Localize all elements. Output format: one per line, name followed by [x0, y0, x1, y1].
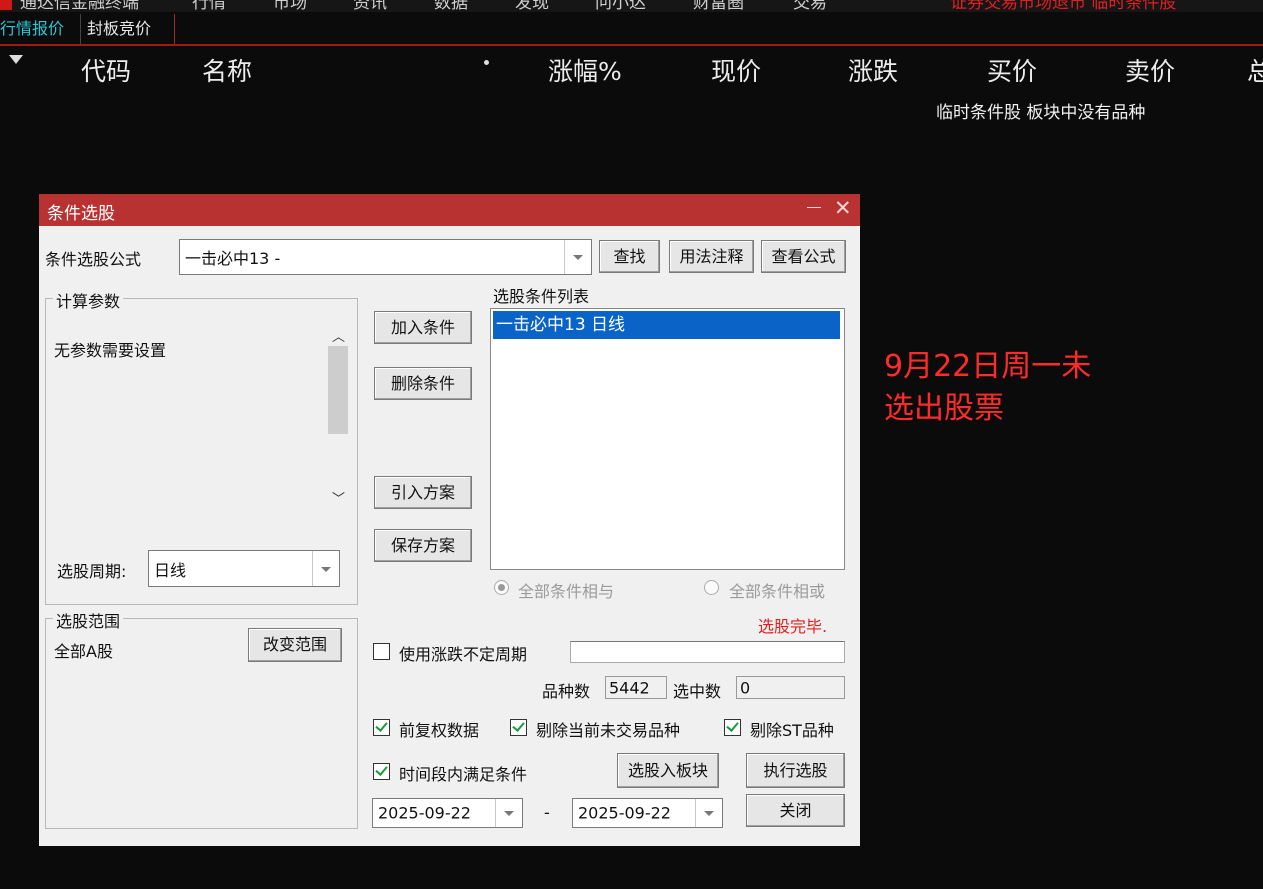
annotation-note: 9月22日周一未 选出股票 — [884, 346, 1091, 430]
import-plan-button[interactable]: 引入方案 — [374, 476, 472, 509]
to-block-button[interactable]: 选股入板块 — [617, 753, 719, 788]
tab-limit-bidding[interactable]: 封板竞价 — [80, 14, 157, 44]
list-item[interactable]: 一击必中13 日线 — [493, 311, 840, 339]
radio-or-label[interactable]: 全部条件相或 — [729, 578, 825, 602]
scroll-up-icon[interactable]: ︿ — [332, 326, 345, 345]
sort-dropdown-icon[interactable] — [9, 55, 23, 64]
execute-button[interactable]: 执行选股 — [746, 753, 845, 788]
chevron-down-icon[interactable] — [695, 799, 722, 827]
count-field: 5442 — [605, 676, 667, 699]
minimize-icon[interactable] — [807, 207, 821, 208]
change-range-button[interactable]: 改变范围 — [248, 628, 342, 662]
date-to-picker[interactable]: 2025-09-22 — [572, 798, 723, 828]
params-scrollbar[interactable]: ︿ ﹀ — [326, 322, 350, 512]
add-condition-button[interactable]: 加入条件 — [374, 311, 472, 344]
col-total[interactable]: 总 — [1247, 52, 1263, 88]
menu-ask[interactable]: 问小达 — [595, 0, 646, 12]
tab-quotes[interactable]: 行情报价 — [0, 14, 70, 44]
menu-news[interactable]: 资讯 — [353, 0, 387, 12]
app-logo-icon — [0, 0, 12, 10]
col-change[interactable]: 涨跌 — [848, 52, 898, 88]
menu-trade[interactable]: 交易 — [793, 0, 827, 12]
period-value: 日线 — [154, 560, 187, 580]
menu-quotes[interactable]: 行情 — [192, 0, 226, 12]
menu-discover[interactable]: 发现 — [515, 0, 549, 12]
dialog-title: 条件选股 — [47, 204, 115, 224]
col-change-pct[interactable]: 涨幅% — [548, 52, 622, 88]
radio-and[interactable] — [494, 580, 509, 595]
chevron-down-icon[interactable] — [312, 551, 339, 586]
formula-combobox[interactable]: 一击必中13 - — [179, 239, 592, 275]
forward-adjust-label[interactable]: 前复权数据 — [399, 717, 479, 741]
menu-market[interactable]: 市场 — [273, 0, 307, 12]
variable-period-input[interactable] — [570, 641, 845, 663]
count-label: 品种数 — [542, 682, 591, 701]
date-from-value: 2025-09-22 — [378, 803, 471, 823]
exclude-st-label[interactable]: 剔除ST品种 — [750, 717, 834, 741]
tab-underline — [0, 44, 1263, 46]
condition-listbox[interactable]: 一击必中13 日线 — [490, 308, 845, 570]
date-to-value: 2025-09-22 — [578, 803, 671, 823]
view-formula-button[interactable]: 查看公式 — [761, 240, 846, 273]
dialog-titlebar[interactable]: 条件选股 ✕ — [39, 194, 860, 226]
params-text: 无参数需要设置 — [54, 341, 167, 360]
chevron-down-icon[interactable] — [495, 799, 522, 827]
close-icon[interactable]: ✕ — [834, 196, 852, 220]
range-value: 全部A股 — [54, 642, 113, 661]
top-menu-bar: 通达信金融终端 行情 市场 资讯 数据 发现 问小达 财富圈 交易 证券交易市场… — [0, 0, 1263, 12]
close-button[interactable]: 关闭 — [746, 794, 845, 827]
range-group-label: 选股范围 — [53, 608, 124, 632]
usage-notes-button[interactable]: 用法注释 — [669, 240, 754, 273]
condition-list-label: 选股条件列表 — [493, 287, 590, 306]
date-from-picker[interactable]: 2025-09-22 — [372, 798, 523, 828]
col-ask[interactable]: 卖价 — [1125, 52, 1175, 88]
col-price[interactable]: 现价 — [711, 52, 761, 88]
status-text: 选股完毕. — [758, 617, 828, 636]
col-name[interactable]: 名称 — [202, 52, 252, 88]
col-code[interactable]: 代码 — [81, 52, 131, 88]
selected-field: 0 — [736, 676, 845, 699]
formula-value: 一击必中13 - — [185, 249, 281, 268]
menu-data[interactable]: 数据 — [434, 0, 468, 12]
period-satisfy-checkbox[interactable] — [373, 763, 390, 780]
variable-period-label[interactable]: 使用涨跌不定周期 — [399, 641, 527, 665]
variable-period-checkbox[interactable] — [373, 643, 390, 660]
save-plan-button[interactable]: 保存方案 — [374, 529, 472, 562]
delete-condition-button[interactable]: 删除条件 — [374, 367, 472, 400]
radio-or[interactable] — [704, 580, 719, 595]
menu-wealth[interactable]: 财富圈 — [693, 0, 744, 12]
tab-divider — [174, 14, 175, 44]
date-separator: - — [544, 803, 550, 822]
top-notice: 证券交易市场退市 临时条件股 — [950, 0, 1177, 12]
dot-marker-icon — [484, 60, 489, 65]
period-satisfy-label[interactable]: 时间段内满足条件 — [399, 761, 527, 785]
params-group-label: 计算参数 — [53, 288, 124, 312]
count-value: 5442 — [609, 678, 650, 697]
forward-adjust-checkbox[interactable] — [373, 719, 390, 736]
chevron-down-icon[interactable] — [564, 240, 591, 274]
col-bid[interactable]: 买价 — [987, 52, 1037, 88]
empty-block-message: 临时条件股 板块中没有品种 — [936, 103, 1146, 123]
period-combobox[interactable]: 日线 — [148, 550, 340, 587]
selected-value: 0 — [740, 678, 751, 697]
period-label: 选股周期: — [57, 562, 127, 581]
annotation-line-1: 9月22日周一未 — [884, 349, 1092, 384]
menu-app-name[interactable]: 通达信金融终端 — [20, 0, 139, 12]
condition-select-dialog: 条件选股 ✕ 条件选股公式 一击必中13 - 查找 用法注释 查看公式 计算参数… — [39, 194, 860, 846]
exclude-untraded-label[interactable]: 剔除当前未交易品种 — [536, 717, 680, 741]
exclude-st-checkbox[interactable] — [724, 719, 741, 736]
find-button[interactable]: 查找 — [599, 240, 660, 273]
formula-label: 条件选股公式 — [45, 250, 142, 269]
scroll-thumb[interactable] — [328, 346, 348, 434]
exclude-untraded-checkbox[interactable] — [510, 719, 527, 736]
scroll-down-icon[interactable]: ﹀ — [332, 488, 345, 507]
radio-and-label[interactable]: 全部条件相与 — [518, 578, 614, 602]
annotation-line-2: 选出股票 — [884, 391, 1004, 426]
selected-label: 选中数 — [673, 682, 722, 701]
